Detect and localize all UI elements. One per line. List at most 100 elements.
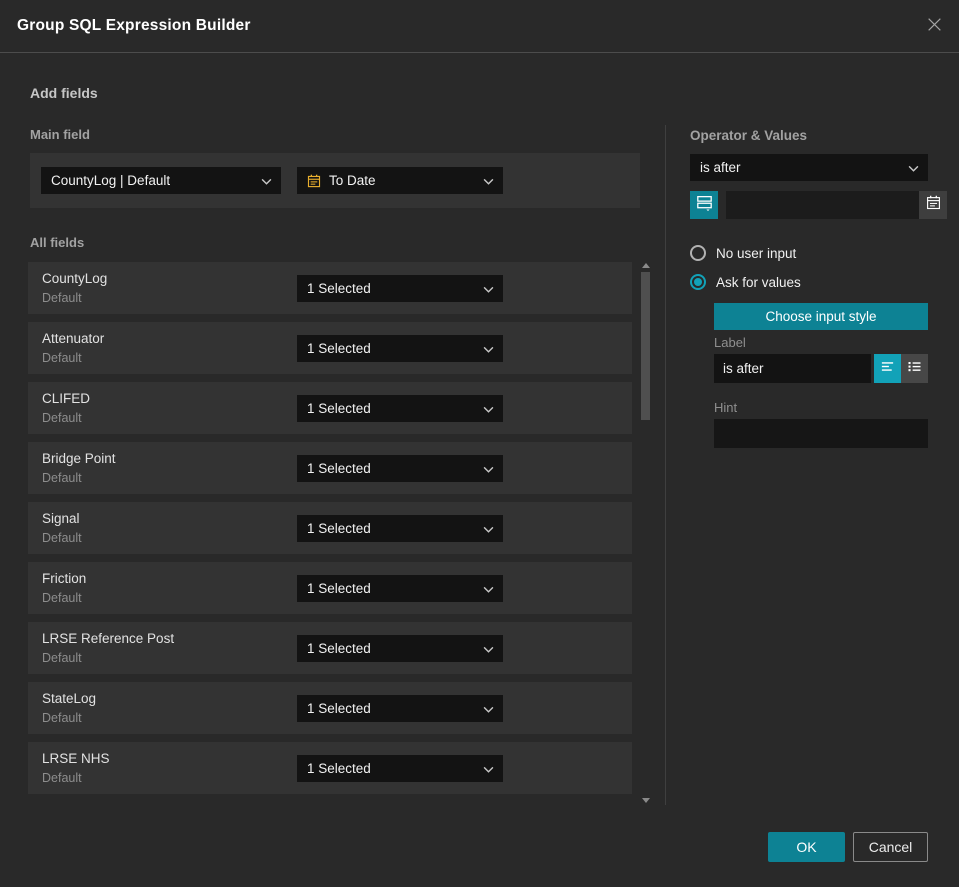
field-values-select-value: 1 Selected <box>307 701 371 716</box>
field-row: Attenuator Default 1 Selected <box>28 322 632 374</box>
label-caption: Label <box>714 335 746 350</box>
choose-input-style-button[interactable]: Choose input style <box>714 303 928 330</box>
field-values-select[interactable]: 1 Selected <box>297 695 503 722</box>
date-mode-select-value: To Date <box>329 173 376 188</box>
chevron-down-icon <box>483 706 494 713</box>
field-name: Attenuator <box>42 331 105 346</box>
field-row: StateLog Default 1 Selected <box>28 682 632 734</box>
date-mode-select[interactable]: To Date <box>297 167 503 194</box>
hint-input[interactable] <box>714 419 928 448</box>
main-field-container: CountyLog | Default To Date <box>30 153 640 208</box>
field-name: LRSE Reference Post <box>42 631 175 646</box>
field-name: Signal <box>42 511 80 526</box>
add-fields-heading: Add fields <box>30 85 98 101</box>
align-left-icon <box>880 359 895 379</box>
group-sql-expression-builder-dialog: Group SQL Expression Builder Add fields … <box>0 0 959 887</box>
value-input-row <box>690 191 947 219</box>
field-row: Bridge Point Default 1 Selected <box>28 442 632 494</box>
chevron-down-icon <box>483 286 494 293</box>
field-row: Friction Default 1 Selected <box>28 562 632 614</box>
chevron-down-icon <box>483 406 494 413</box>
main-field-select[interactable]: CountyLog | Default <box>41 167 281 194</box>
field-values-select[interactable]: 1 Selected <box>297 455 503 482</box>
field-row: LRSE Reference Post Default 1 Selected <box>28 622 632 674</box>
field-name: Bridge Point <box>42 451 116 466</box>
field-values-select-value: 1 Selected <box>307 401 371 416</box>
radio-label: No user input <box>716 245 797 261</box>
field-values-select-value: 1 Selected <box>307 521 371 536</box>
field-values-select-value: 1 Selected <box>307 461 371 476</box>
radio-icon <box>690 245 706 261</box>
field-values-select-value: 1 Selected <box>307 761 371 776</box>
radio-ask-for-values[interactable]: Ask for values <box>690 274 801 290</box>
field-row: LRSE NHS Default 1 Selected <box>28 742 632 794</box>
cancel-button[interactable]: Cancel <box>853 832 928 862</box>
chevron-down-icon <box>483 178 494 185</box>
main-field-select-value: CountyLog | Default <box>51 173 171 188</box>
chevron-down-icon <box>483 586 494 593</box>
field-name: Friction <box>42 571 87 586</box>
operator-select-value: is after <box>700 160 741 175</box>
all-fields-label: All fields <box>30 235 85 250</box>
scroll-down-arrow-icon[interactable] <box>642 798 650 803</box>
field-subtitle: Default <box>42 771 82 785</box>
operator-select[interactable]: is after <box>690 154 928 181</box>
field-values-select[interactable]: 1 Selected <box>297 335 503 362</box>
value-list-button[interactable] <box>690 191 718 219</box>
label-row <box>714 354 928 383</box>
chevron-down-icon <box>483 646 494 653</box>
field-name: StateLog <box>42 691 97 706</box>
field-name: CLIFED <box>42 391 91 406</box>
close-button[interactable] <box>921 14 947 40</box>
all-fields-list: CountyLog Default 1 Selected Attenuator Defa… <box>28 262 632 802</box>
field-values-select-value: 1 Selected <box>307 341 371 356</box>
field-values-select[interactable]: 1 Selected <box>297 275 503 302</box>
field-values-select-value: 1 Selected <box>307 641 371 656</box>
main-field-label: Main field <box>30 127 90 142</box>
field-subtitle: Default <box>42 351 82 365</box>
chevron-down-icon <box>908 165 919 172</box>
close-icon <box>926 16 943 38</box>
field-subtitle: Default <box>42 531 82 545</box>
field-values-select-value: 1 Selected <box>307 281 371 296</box>
field-values-select[interactable]: 1 Selected <box>297 755 503 782</box>
label-input[interactable] <box>714 354 871 383</box>
field-subtitle: Default <box>42 651 82 665</box>
field-row: Signal Default 1 Selected <box>28 502 632 554</box>
hint-caption: Hint <box>714 400 738 415</box>
value-list-icon <box>696 194 713 216</box>
field-values-select[interactable]: 1 Selected <box>297 395 503 422</box>
chevron-down-icon <box>483 346 494 353</box>
scrollbar-thumb[interactable] <box>641 272 650 420</box>
radio-label: Ask for values <box>716 274 801 290</box>
field-subtitle: Default <box>42 711 82 725</box>
calendar-icon <box>926 195 941 215</box>
field-values-select[interactable]: 1 Selected <box>297 635 503 662</box>
field-subtitle: Default <box>42 591 82 605</box>
panel-divider <box>665 125 666 805</box>
dialog-title: Group SQL Expression Builder <box>17 17 251 34</box>
date-picker-button[interactable] <box>919 191 947 219</box>
operator-values-heading: Operator & Values <box>690 128 808 143</box>
field-values-select[interactable]: 1 Selected <box>297 515 503 542</box>
field-name: CountyLog <box>42 271 108 286</box>
radio-no-user-input[interactable]: No user input <box>690 245 796 261</box>
field-row: CLIFED Default 1 Selected <box>28 382 632 434</box>
field-row: CountyLog Default 1 Selected <box>28 262 632 314</box>
field-name: LRSE NHS <box>42 751 110 766</box>
list-toggle[interactable] <box>901 354 928 383</box>
scroll-up-arrow-icon[interactable] <box>642 263 650 268</box>
chevron-down-icon <box>261 178 272 185</box>
radio-icon-checked <box>690 274 706 290</box>
field-subtitle: Default <box>42 411 82 425</box>
chevron-down-icon <box>483 766 494 773</box>
calendar-icon <box>307 174 321 188</box>
single-line-toggle[interactable] <box>874 354 901 383</box>
ok-button[interactable]: OK <box>768 832 845 862</box>
chevron-down-icon <box>483 526 494 533</box>
field-values-select-value: 1 Selected <box>307 581 371 596</box>
field-subtitle: Default <box>42 291 82 305</box>
list-scrollbar[interactable] <box>641 262 651 804</box>
field-values-select[interactable]: 1 Selected <box>297 575 503 602</box>
value-input[interactable] <box>726 191 919 219</box>
